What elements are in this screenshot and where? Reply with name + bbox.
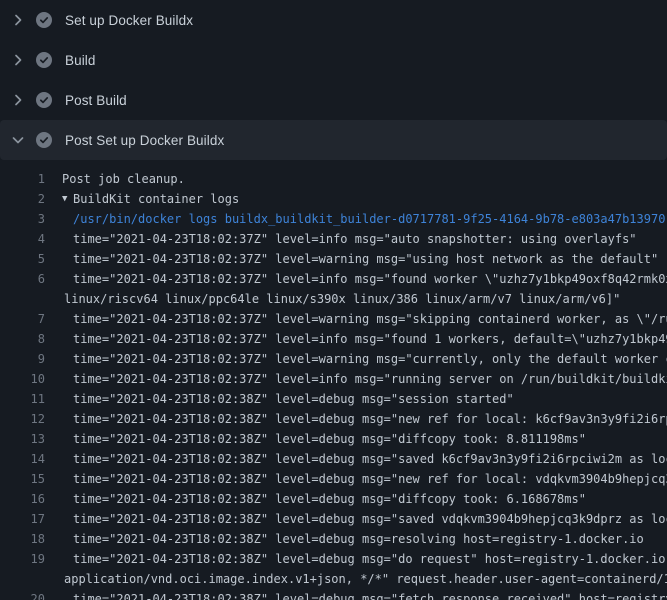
- step-row-post-set-up-docker-buildx[interactable]: Post Set up Docker Buildx: [0, 120, 667, 160]
- log-line-text: time="2021-04-23T18:02:38Z" level=debug …: [73, 469, 667, 489]
- log-line: 11 time="2021-04-23T18:02:38Z" level=deb…: [0, 389, 667, 409]
- log-line-text: time="2021-04-23T18:02:37Z" level=warnin…: [73, 309, 667, 329]
- chevron-down-icon: [10, 132, 26, 148]
- log-line: 16 time="2021-04-23T18:02:38Z" level=deb…: [0, 489, 667, 509]
- log-line-text: time="2021-04-23T18:02:37Z" level=info m…: [73, 369, 667, 389]
- log-line-text: time="2021-04-23T18:02:38Z" level=debug …: [73, 429, 586, 449]
- step-label: Set up Docker Buildx: [65, 13, 193, 28]
- log-line-number[interactable]: 6: [0, 269, 45, 289]
- log-line-text: time="2021-04-23T18:02:38Z" level=debug …: [73, 409, 667, 429]
- step-row-set-up-docker-buildx[interactable]: Set up Docker Buildx: [0, 0, 667, 40]
- log-line: 9 time="2021-04-23T18:02:37Z" level=warn…: [0, 349, 667, 369]
- log-line-group-header: 2 ▼ BuildKit container logs: [0, 189, 667, 209]
- log-line-number[interactable]: 8: [0, 329, 45, 349]
- log-line-number[interactable]: 5: [0, 249, 45, 269]
- log-line-number[interactable]: 2: [0, 189, 45, 209]
- log-line-number[interactable]: 18: [0, 529, 45, 549]
- check-circle-icon: [36, 52, 52, 68]
- log-line-text: time="2021-04-23T18:02:38Z" level=debug …: [73, 449, 667, 469]
- log-line-number[interactable]: 17: [0, 509, 45, 529]
- step-row-post-build[interactable]: Post Build: [0, 80, 667, 120]
- log-line-number[interactable]: 16: [0, 489, 45, 509]
- log-line: 13 time="2021-04-23T18:02:38Z" level=deb…: [0, 429, 667, 449]
- step-label: Build: [65, 53, 96, 68]
- log-line-text: time="2021-04-23T18:02:38Z" level=debug …: [73, 549, 667, 569]
- log-line-text: time="2021-04-23T18:02:38Z" level=debug …: [73, 509, 667, 529]
- chevron-right-icon: [10, 52, 26, 68]
- log-line-number[interactable]: 14: [0, 449, 45, 469]
- log-line-number[interactable]: 19: [0, 549, 45, 569]
- log-line-text: linux/riscv64 linux/ppc64le linux/s390x …: [64, 289, 620, 309]
- log-line-text: time="2021-04-23T18:02:37Z" level=warnin…: [73, 349, 667, 369]
- log-line: 14 time="2021-04-23T18:02:38Z" level=deb…: [0, 449, 667, 469]
- log-line-number[interactable]: 3: [0, 209, 45, 229]
- log-line: 8 time="2021-04-23T18:02:37Z" level=info…: [0, 329, 667, 349]
- log-line-number[interactable]: 12: [0, 409, 45, 429]
- step-row-build[interactable]: Build: [0, 40, 667, 80]
- step-label: Post Build: [65, 93, 127, 108]
- log-line-text: time="2021-04-23T18:02:37Z" level=warnin…: [73, 249, 658, 269]
- log-command-text: /usr/bin/docker logs buildx_buildkit_bui…: [73, 209, 665, 229]
- log-line-number[interactable]: 15: [0, 469, 45, 489]
- log-line-number[interactable]: 4: [0, 229, 45, 249]
- log-line-number: [0, 569, 45, 589]
- log-line-text: time="2021-04-23T18:02:38Z" level=debug …: [73, 589, 667, 600]
- log-line: 1 Post job cleanup.: [0, 169, 667, 189]
- log-line-number[interactable]: 1: [0, 169, 45, 189]
- check-circle-icon: [36, 132, 52, 148]
- log-line: 18 time="2021-04-23T18:02:38Z" level=deb…: [0, 529, 667, 549]
- step-label: Post Set up Docker Buildx: [65, 133, 224, 148]
- log-line: 7 time="2021-04-23T18:02:37Z" level=warn…: [0, 309, 667, 329]
- log-line-text: time="2021-04-23T18:02:38Z" level=debug …: [73, 529, 644, 549]
- log-line-number[interactable]: 9: [0, 349, 45, 369]
- chevron-right-icon: [10, 12, 26, 28]
- log-line-text: time="2021-04-23T18:02:38Z" level=debug …: [73, 389, 514, 409]
- log-line-text: application/vnd.oci.image.index.v1+json,…: [64, 569, 667, 589]
- log-line-number: [0, 289, 45, 309]
- log-line: 10 time="2021-04-23T18:02:37Z" level=inf…: [0, 369, 667, 389]
- log-line-number[interactable]: 11: [0, 389, 45, 409]
- check-circle-icon: [36, 12, 52, 28]
- steps-panel: Set up Docker Buildx Build Post Build Po…: [0, 0, 667, 160]
- log-line-number[interactable]: 7: [0, 309, 45, 329]
- check-circle-icon: [36, 92, 52, 108]
- log-line: 6 time="2021-04-23T18:02:37Z" level=info…: [0, 269, 667, 289]
- log-line: 15 time="2021-04-23T18:02:38Z" level=deb…: [0, 469, 667, 489]
- log-line: 17 time="2021-04-23T18:02:38Z" level=deb…: [0, 509, 667, 529]
- log-line-text: time="2021-04-23T18:02:38Z" level=debug …: [73, 489, 586, 509]
- log-line-text: time="2021-04-23T18:02:37Z" level=info m…: [73, 269, 667, 289]
- log-line-text: Post job cleanup.: [62, 169, 185, 189]
- log-line: 5 time="2021-04-23T18:02:37Z" level=warn…: [0, 249, 667, 269]
- log-line: 4 time="2021-04-23T18:02:37Z" level=info…: [0, 229, 667, 249]
- log-line-number[interactable]: 13: [0, 429, 45, 449]
- log-line: 20 time="2021-04-23T18:02:38Z" level=deb…: [0, 589, 667, 600]
- log-line: 12 time="2021-04-23T18:02:38Z" level=deb…: [0, 409, 667, 429]
- log-line-wrap-continuation: application/vnd.oci.image.index.v1+json,…: [0, 569, 667, 589]
- group-collapse-triangle-icon[interactable]: ▼: [62, 189, 73, 209]
- log-viewer: 1 Post job cleanup. 2 ▼ BuildKit contain…: [0, 160, 667, 600]
- log-line-text: time="2021-04-23T18:02:37Z" level=info m…: [73, 229, 637, 249]
- log-line-wrap-continuation: linux/riscv64 linux/ppc64le linux/s390x …: [0, 289, 667, 309]
- log-line-command: 3 /usr/bin/docker logs buildx_buildkit_b…: [0, 209, 667, 229]
- log-group-title[interactable]: BuildKit container logs: [73, 189, 239, 209]
- log-line-number[interactable]: 20: [0, 589, 45, 600]
- log-line-text: time="2021-04-23T18:02:37Z" level=info m…: [73, 329, 667, 349]
- log-line-number[interactable]: 10: [0, 369, 45, 389]
- log-line: 19 time="2021-04-23T18:02:38Z" level=deb…: [0, 549, 667, 569]
- chevron-right-icon: [10, 92, 26, 108]
